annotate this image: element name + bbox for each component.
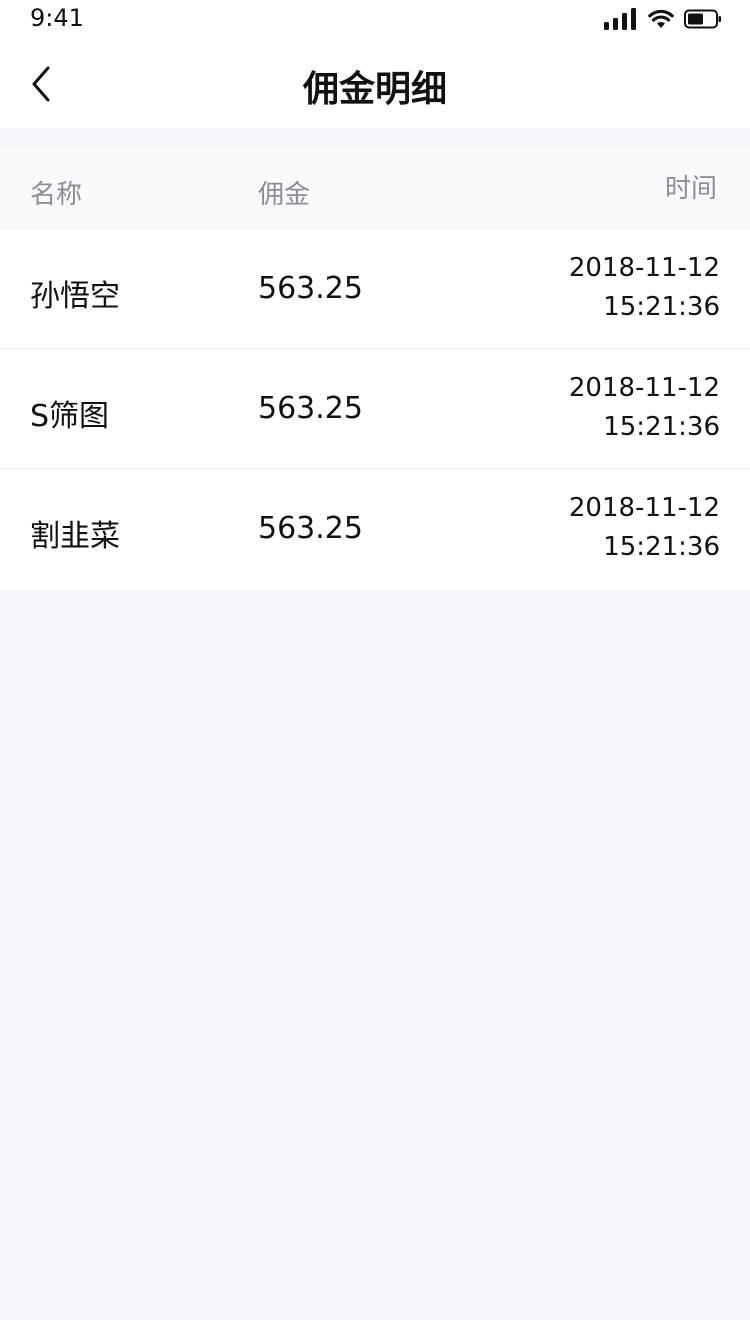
column-header-time: 时间 [664, 174, 717, 204]
row-name: S筛图 [30, 399, 110, 434]
status-bar: 9:41 [0, 0, 750, 40]
signal-icon [604, 8, 636, 30]
row-time: 15:21:36 [603, 412, 720, 442]
row-date: 2018-11-12 [568, 493, 720, 523]
row-amount: 563.25 [258, 391, 363, 426]
row-amount: 563.25 [258, 511, 363, 546]
row-time: 15:21:36 [603, 292, 720, 322]
row-date: 2018-11-12 [568, 373, 720, 403]
row-date: 2018-11-12 [568, 253, 720, 283]
status-icons [604, 8, 722, 30]
row-name: 孙悟空 [30, 279, 120, 314]
column-header-amount: 佣金 [258, 180, 311, 210]
nav-bar: 佣金明细 [0, 40, 750, 128]
table-row: 割韭菜 563.25 2018-11-12 15:21:36 [0, 469, 750, 590]
row-name: 割韭菜 [30, 519, 120, 554]
row-amount: 563.25 [258, 271, 363, 306]
table-row: S筛图 563.25 2018-11-12 15:21:36 [0, 349, 750, 469]
battery-icon [684, 9, 721, 29]
row-time: 15:21:36 [603, 532, 720, 562]
table-row: 孙悟空 563.25 2018-11-12 15:21:36 [0, 229, 750, 349]
table-header: 名称 佣金 时间 [0, 148, 750, 228]
status-time: 9:41 [30, 4, 84, 32]
commission-list: 孙悟空 563.25 2018-11-12 15:21:36 S筛图 563.2… [0, 229, 750, 590]
wifi-icon [648, 9, 674, 28]
page-title: 佣金明细 [302, 69, 447, 110]
column-header-name: 名称 [30, 180, 83, 210]
